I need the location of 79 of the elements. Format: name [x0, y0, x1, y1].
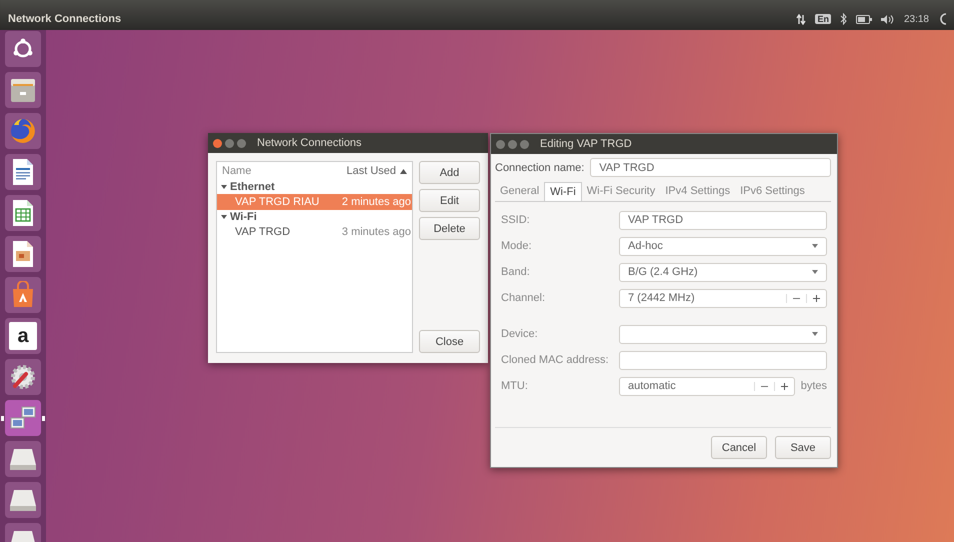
- field-label: Cloned MAC address:: [501, 354, 610, 366]
- close-button[interactable]: Close: [419, 330, 480, 353]
- action-button[interactable]: Add: [419, 161, 480, 184]
- spreadsheet-icon: [11, 199, 35, 227]
- tab[interactable]: General: [495, 182, 544, 201]
- connection-name-field[interactable]: VAP TRGD: [590, 158, 831, 177]
- last-used-time: 2 minutes ago: [342, 196, 412, 208]
- last-used-time: 3 minutes ago: [342, 226, 412, 238]
- clock[interactable]: 23:18: [904, 14, 929, 24]
- minimize-button[interactable]: [225, 138, 234, 148]
- column-header[interactable]: Last Used: [346, 165, 396, 177]
- launcher-item[interactable]: [5, 236, 41, 272]
- dropdown-arrow-icon: [812, 244, 818, 248]
- browser-icon: [9, 117, 37, 145]
- window-title: Editing VAP TRGD: [540, 138, 632, 150]
- launcher-item[interactable]: [5, 31, 41, 67]
- tab[interactable]: IPv6 Settings: [735, 182, 810, 201]
- network-icon: [9, 405, 37, 431]
- expander-icon[interactable]: [221, 184, 227, 190]
- keyboard-indicator[interactable]: En: [815, 14, 831, 24]
- battery-icon[interactable]: [856, 14, 872, 24]
- action-button[interactable]: Edit: [419, 189, 480, 212]
- field-label: SSID:: [501, 214, 531, 226]
- sort-arrow-icon: [400, 168, 407, 174]
- circle-logo-icon: [12, 38, 34, 60]
- spin-field[interactable]: automatic: [619, 376, 795, 396]
- maximize-button[interactable]: [520, 140, 529, 148]
- close-button[interactable]: [213, 138, 222, 148]
- tab[interactable]: Wi-Fi: [544, 182, 582, 201]
- launcher-item[interactable]: [5, 277, 41, 313]
- gear-wrench-icon: [9, 363, 37, 391]
- network-arrows-icon[interactable]: [796, 14, 806, 24]
- launcher-item[interactable]: [5, 441, 41, 477]
- launcher-item[interactable]: [5, 359, 41, 395]
- text-field[interactable]: [619, 350, 827, 370]
- field-label: Device:: [501, 328, 539, 340]
- tab[interactable]: Wi-Fi Security: [582, 182, 660, 201]
- dropdown[interactable]: B/G (2.4 GHz): [619, 262, 827, 282]
- text-document-icon: [11, 158, 35, 186]
- presentation-icon: [11, 240, 35, 268]
- dialog-button[interactable]: Cancel: [711, 436, 767, 459]
- group-label: Wi-Fi: [230, 211, 257, 223]
- field-label: Connection name:: [495, 162, 584, 174]
- launcher-item[interactable]: [5, 400, 41, 436]
- action-button[interactable]: Delete: [419, 217, 480, 240]
- window-title: Network Connections: [257, 137, 362, 149]
- connection-name: VAP TRGD: [235, 226, 292, 238]
- dialog-button[interactable]: Save: [775, 436, 831, 459]
- connection-row[interactable]: VAP TRGD 3 minutes ago: [217, 224, 412, 240]
- dropdown-arrow-icon: [812, 270, 818, 274]
- window-title: Network Connections: [8, 13, 122, 25]
- connection-name: VAP TRGD RIAU: [235, 196, 320, 208]
- field-label: Band:: [501, 266, 531, 278]
- group-label: Ethernet: [230, 181, 275, 193]
- spin-field[interactable]: 7 (2442 MHz): [619, 288, 827, 308]
- column-header[interactable]: Name: [222, 165, 342, 177]
- close-button[interactable]: [496, 140, 505, 148]
- tab[interactable]: IPv4 Settings: [660, 182, 736, 201]
- dropdown-arrow-icon: [812, 332, 818, 336]
- shopping-bag-icon: [10, 281, 36, 309]
- launcher-item[interactable]: [5, 113, 41, 149]
- launcher-item[interactable]: [5, 195, 41, 231]
- maximize-button[interactable]: [237, 138, 246, 148]
- dropdown[interactable]: Ad-hoc: [619, 236, 827, 256]
- bluetooth-icon[interactable]: [840, 13, 847, 25]
- field-label: MTU:: [501, 380, 529, 392]
- launcher-item[interactable]: [5, 72, 41, 108]
- text-field[interactable]: VAP TRGD: [619, 210, 827, 230]
- expander-icon[interactable]: [221, 214, 227, 220]
- drive-icon: [9, 488, 37, 512]
- drive-icon: [9, 447, 37, 471]
- unit-label: bytes: [800, 380, 827, 392]
- field-label: Channel:: [501, 292, 546, 304]
- field-label: Mode:: [501, 240, 533, 252]
- launcher-item[interactable]: [5, 482, 41, 518]
- minimize-button[interactable]: [508, 140, 517, 148]
- launcher-item[interactable]: [5, 154, 41, 190]
- drawer-icon: [9, 76, 37, 104]
- volume-icon[interactable]: [880, 14, 895, 24]
